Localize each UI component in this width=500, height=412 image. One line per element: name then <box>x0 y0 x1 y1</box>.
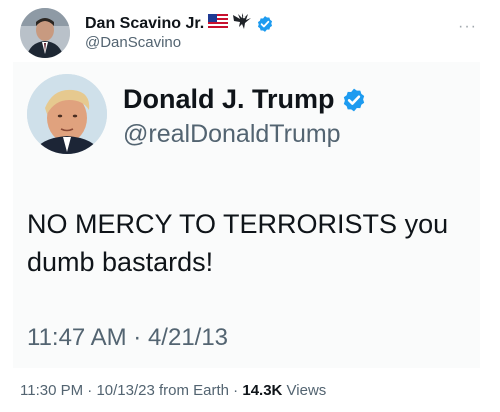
eagle-icon <box>232 12 252 35</box>
tweet-metadata: 11:30 PM · 10/13/23 from Earth · 14.3K V… <box>20 382 326 399</box>
post-time[interactable]: 11:30 PM <box>20 382 83 399</box>
post-source: from Earth <box>154 382 230 399</box>
views-count: 14.3K <box>242 382 283 399</box>
separator: · <box>83 382 97 399</box>
avatar-image <box>20 8 70 58</box>
author-handle[interactable]: @DanScavino <box>85 34 181 51</box>
tweet-text-line: NO MERCY TO TERRORISTS you <box>27 209 449 239</box>
views-label: Views <box>282 382 327 399</box>
tweet-text-line: dumb bastards! <box>27 247 214 277</box>
quoted-avatar-image <box>27 74 107 154</box>
us-flag-icon <box>208 14 229 33</box>
more-options-icon[interactable]: ··· <box>458 18 477 36</box>
quoted-timestamp[interactable]: 11:47 AM · 4/21/13 <box>27 324 228 352</box>
quoted-tweet-card: Donald J. Trump @realDonaldTrump NO MERC… <box>13 62 480 368</box>
author-name-row: Dan Scavino Jr. <box>85 12 274 35</box>
avatar[interactable] <box>20 8 70 58</box>
quoted-tweet-text: NO MERCY TO TERRORISTS you dumb bastards… <box>27 205 472 281</box>
post-date[interactable]: 10/13/23 <box>96 382 154 399</box>
quoted-author-name-row: Donald J. Trump <box>123 84 367 115</box>
verified-badge-icon <box>341 87 367 113</box>
separator: · <box>229 382 243 399</box>
quoted-avatar[interactable] <box>27 74 107 154</box>
author-name[interactable]: Dan Scavino Jr. <box>85 15 204 33</box>
verified-badge-icon <box>256 15 274 33</box>
quoted-author-handle[interactable]: @realDonaldTrump <box>123 120 341 149</box>
tweet-header: Dan Scavino Jr. @DanScavino ··· <box>20 8 490 64</box>
quoted-author-name[interactable]: Donald J. Trump <box>123 84 335 115</box>
